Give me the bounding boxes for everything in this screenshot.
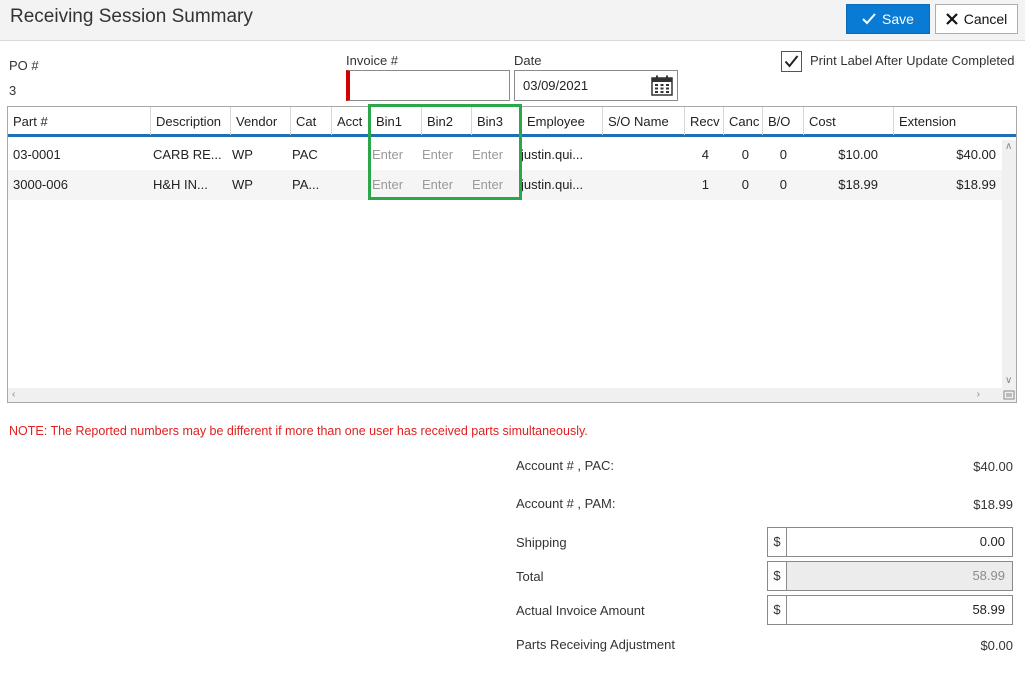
col-header-so-name[interactable]: S/O Name (603, 107, 685, 135)
cell-part: 03-0001 (13, 147, 61, 162)
total-value: 58.99 (972, 568, 1005, 583)
note-text: NOTE: The Reported numbers may be differ… (9, 424, 588, 438)
close-icon (945, 13, 958, 25)
total-field: $ 58.99 (767, 561, 1013, 591)
currency-symbol: $ (768, 562, 787, 590)
account-pam-label: Account # , PAM: (516, 496, 616, 511)
po-value: 3 (9, 83, 17, 98)
cancel-button-label: Cancel (963, 11, 1008, 27)
actual-invoice-label: Actual Invoice Amount (516, 603, 645, 618)
currency-symbol: $ (768, 528, 787, 556)
cell-recv: 1 (701, 177, 709, 192)
shipping-label: Shipping (516, 535, 567, 550)
account-pam-value: $18.99 (973, 497, 1013, 512)
actual-invoice-input[interactable]: $ 58.99 (767, 595, 1013, 625)
adjustment-label: Parts Receiving Adjustment (516, 637, 675, 652)
save-button-label: Save (882, 11, 914, 27)
cell-cost: $18.99 (838, 177, 878, 192)
cancel-button[interactable]: Cancel (935, 4, 1018, 34)
cell-acct (332, 140, 371, 170)
shipping-value: 0.00 (979, 534, 1005, 549)
col-header-extension[interactable]: Extension (894, 107, 1002, 135)
adjustment-value: $0.00 (980, 638, 1013, 653)
calendar-icon[interactable] (651, 75, 673, 96)
cell-cat: PA... (292, 177, 320, 192)
cell-part: 3000-006 (13, 177, 68, 192)
scroll-down-icon[interactable]: ∨ (1005, 374, 1012, 388)
vertical-scrollbar[interactable]: ∧ ∨ (1002, 140, 1016, 388)
cell-acct (332, 170, 371, 200)
date-value: 03/09/2021 (523, 78, 589, 93)
horizontal-scrollbar[interactable]: ‹ › (8, 388, 1002, 402)
cell-recv: 4 (701, 147, 709, 162)
invoice-label: Invoice # (346, 53, 399, 68)
cell-cost: $10.00 (838, 147, 878, 162)
title-bar: Receiving Session Summary Save Cancel (0, 0, 1025, 41)
menu-icon[interactable] (1002, 388, 1016, 402)
cell-vendor: WP (232, 177, 253, 192)
window-title: Receiving Session Summary (10, 6, 253, 27)
account-pac-label: Account # , PAC: (516, 458, 615, 473)
col-header-bo[interactable]: B/O (763, 107, 804, 135)
cell-vendor: WP (232, 147, 253, 162)
col-header-description[interactable]: Description (151, 107, 231, 135)
total-label: Total (516, 569, 544, 584)
invoice-input[interactable] (346, 70, 510, 101)
col-header-cost[interactable]: Cost (804, 107, 894, 135)
scroll-right-icon[interactable]: › (977, 388, 980, 402)
col-header-acct[interactable]: Acct (332, 107, 371, 135)
cell-employee: justin.qui... (521, 177, 584, 192)
cell-bo: 0 (779, 177, 787, 192)
print-label-text: Print Label After Update Completed (810, 53, 1015, 68)
cell-extension: $18.99 (956, 177, 996, 192)
cell-so-name (603, 170, 685, 200)
shipping-input[interactable]: $ 0.00 (767, 527, 1013, 557)
col-header-vendor[interactable]: Vendor (231, 107, 291, 135)
bin-columns-highlight (368, 104, 522, 200)
cell-employee: justin.qui... (521, 147, 584, 162)
save-button[interactable]: Save (846, 4, 930, 34)
po-label: PO # (9, 58, 39, 73)
cell-extension: $40.00 (956, 147, 996, 162)
currency-symbol: $ (768, 596, 787, 624)
cell-cat: PAC (292, 147, 318, 162)
print-label-checkbox[interactable] (781, 51, 802, 72)
scroll-up-icon[interactable]: ∧ (1005, 140, 1012, 154)
checkmark-icon (784, 55, 799, 68)
checkmark-icon (862, 13, 876, 25)
date-label: Date (514, 53, 542, 68)
cell-so-name (603, 140, 685, 170)
account-pac-value: $40.00 (973, 459, 1013, 474)
scroll-left-icon[interactable]: ‹ (12, 388, 15, 402)
cell-description: H&H IN... (153, 177, 208, 192)
col-header-recv[interactable]: Recv (685, 107, 724, 135)
date-input[interactable]: 03/09/2021 (514, 70, 678, 101)
col-header-cat[interactable]: Cat (291, 107, 332, 135)
actual-invoice-value: 58.99 (972, 602, 1005, 617)
cell-description: CARB RE... (153, 147, 222, 162)
col-header-canc[interactable]: Canc (724, 107, 763, 135)
col-header-part[interactable]: Part # (8, 107, 151, 135)
cell-bo: 0 (779, 147, 787, 162)
col-header-employee[interactable]: Employee (522, 107, 603, 135)
scroll-corner (1002, 388, 1016, 402)
